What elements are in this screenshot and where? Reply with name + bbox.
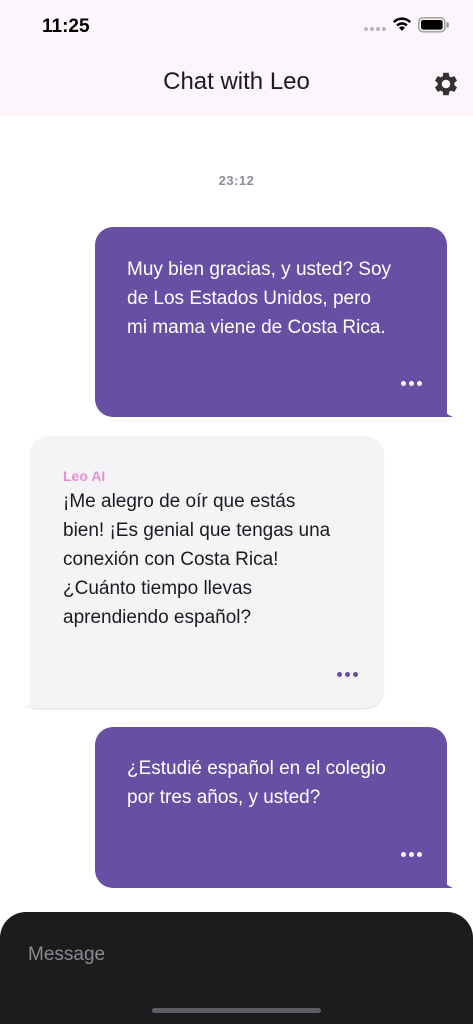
wifi-icon [393, 17, 411, 31]
cellular-signal-icon [364, 27, 386, 31]
message-text: ¡Me alegro de oír que estás bien! ¡Es ge… [63, 491, 331, 628]
more-options-icon[interactable] [337, 672, 358, 677]
message-bubble-outgoing[interactable]: ¿Estudié español en el colegio por tres … [95, 727, 453, 888]
status-time: 11:25 [42, 16, 90, 37]
more-options-icon[interactable] [401, 381, 422, 386]
message-text: Muy bien gracias, y usted? Soy de Los Es… [127, 259, 392, 338]
message-timestamp: 23:12 [218, 173, 255, 188]
home-indicator[interactable] [152, 1008, 321, 1013]
message-input[interactable] [28, 940, 448, 970]
message-bubble-incoming[interactable]: Leo AI ¡Me alegro de oír que estás bien!… [23, 436, 383, 708]
settings-button[interactable] [432, 70, 460, 98]
gear-icon [435, 72, 457, 96]
bubble-tail [439, 403, 453, 417]
bubble-tail [439, 874, 453, 888]
bubble-tail [23, 694, 37, 708]
more-options-icon[interactable] [401, 852, 422, 857]
battery-icon [418, 17, 449, 33]
status-bar: 11:25 [0, 0, 473, 56]
message-bubble-outgoing[interactable]: Muy bien gracias, y usted? Soy de Los Es… [95, 227, 453, 417]
header: Chat with Leo [0, 56, 473, 116]
message-text: ¿Estudié español en el colegio por tres … [127, 758, 386, 808]
page-title: Chat with Leo [163, 68, 310, 95]
